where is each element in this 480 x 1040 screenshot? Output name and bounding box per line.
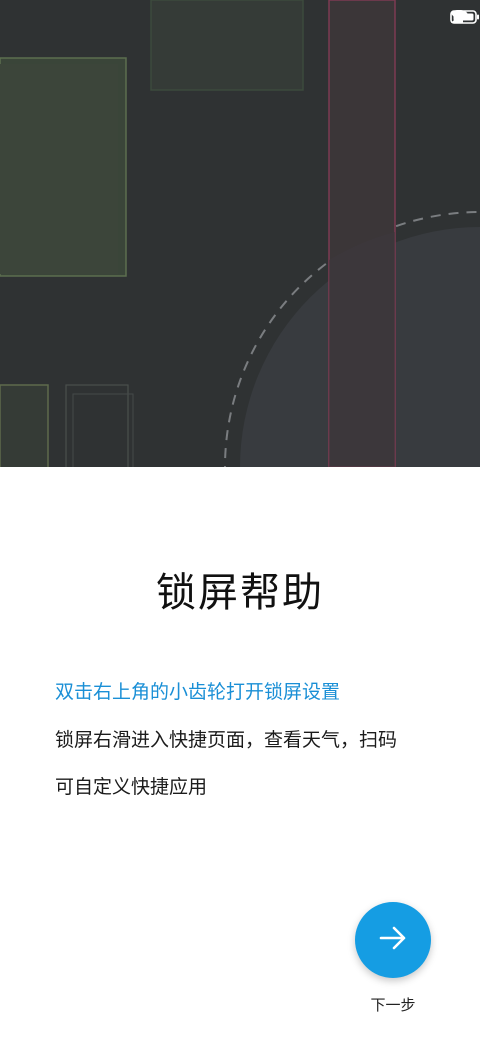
arrow-right-icon [378,923,408,957]
page-title: 锁屏帮助 [156,570,324,616]
lockscreen-illustration [0,0,480,467]
tip-swipe-right: 锁屏右滑进入快捷页面，查看天气，扫码 [55,729,398,751]
status-bar [450,10,479,30]
next-button[interactable] [355,902,431,978]
tip-settings: 双击右上角的小齿轮打开锁屏设置 [55,681,341,703]
next-label[interactable]: 下一步 [355,994,431,1015]
hero-illustration [0,0,480,467]
tip-customize: 可自定义快捷应用 [55,776,208,798]
